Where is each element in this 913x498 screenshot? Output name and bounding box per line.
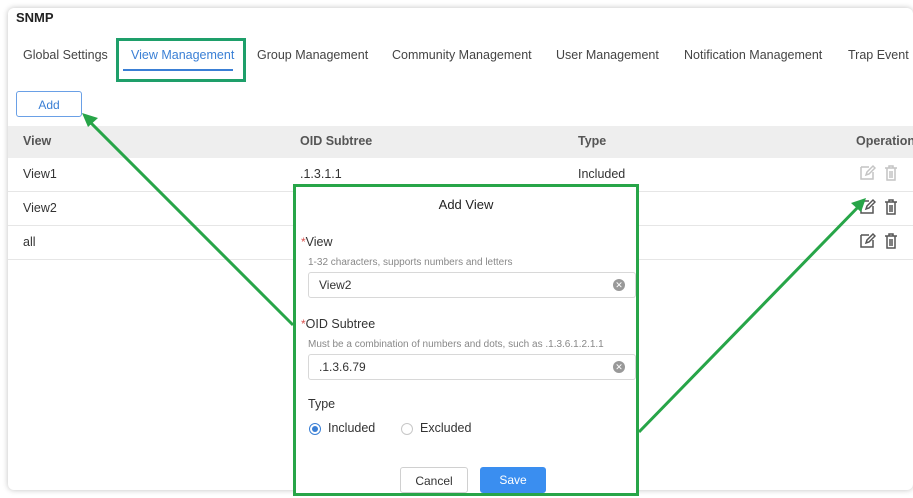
radio-excluded-label: Excluded [420,421,472,435]
cell-view: View2 [23,201,57,215]
tab-trap-event[interactable]: Trap Event [848,48,909,62]
oid-label: *OID Subtree [301,317,376,331]
clear-icon[interactable]: ✕ [613,279,625,291]
edit-icon[interactable] [858,198,877,216]
view-input[interactable]: View2 ✕ [308,272,636,298]
tab-group-management[interactable]: Group Management [257,48,368,62]
cell-view: all [23,235,36,249]
tab-global-settings[interactable]: Global Settings [23,48,108,62]
header-oid-subtree: OID Subtree [300,134,373,148]
trash-icon[interactable] [882,232,900,250]
clear-icon[interactable]: ✕ [613,361,625,373]
tab-highlight-box [116,38,246,82]
add-view-dialog: Add View *View 1-32 characters, supports… [293,184,639,496]
header-type: Type [578,134,607,148]
radio-excluded[interactable] [401,423,413,435]
trash-icon[interactable] [882,164,900,182]
add-button[interactable]: Add [16,91,82,117]
tab-notification-management[interactable]: Notification Management [684,48,822,62]
save-button[interactable]: Save [480,467,546,493]
type-label: Type [308,397,336,411]
table-header: View OID Subtree Type Operation [8,126,913,158]
header-operation: Operation [856,134,913,148]
page-title: SNMP [16,10,54,25]
oid-hint: Must be a combination of numbers and dot… [308,339,604,350]
cell-view: View1 [23,167,57,181]
cell-oid: .1.3.1.1 [300,167,342,181]
edit-icon[interactable] [858,232,877,250]
trash-icon[interactable] [882,198,900,216]
edit-icon[interactable] [858,164,877,182]
cancel-button[interactable]: Cancel [400,467,468,493]
header-view: View [23,134,52,148]
view-input-value: View2 [319,278,352,292]
oid-input[interactable]: .1.3.6.79 ✕ [308,354,636,380]
radio-included[interactable] [309,423,321,435]
oid-input-value: .1.3.6.79 [319,360,366,374]
dialog-title: Add View [438,197,494,212]
tab-user-management[interactable]: User Management [556,48,659,62]
view-hint: 1-32 characters, supports numbers and le… [308,257,513,268]
tab-community-management[interactable]: Community Management [392,48,532,62]
view-label: *View [301,235,333,249]
radio-included-label: Included [328,421,376,435]
cell-type: Included [578,167,626,181]
